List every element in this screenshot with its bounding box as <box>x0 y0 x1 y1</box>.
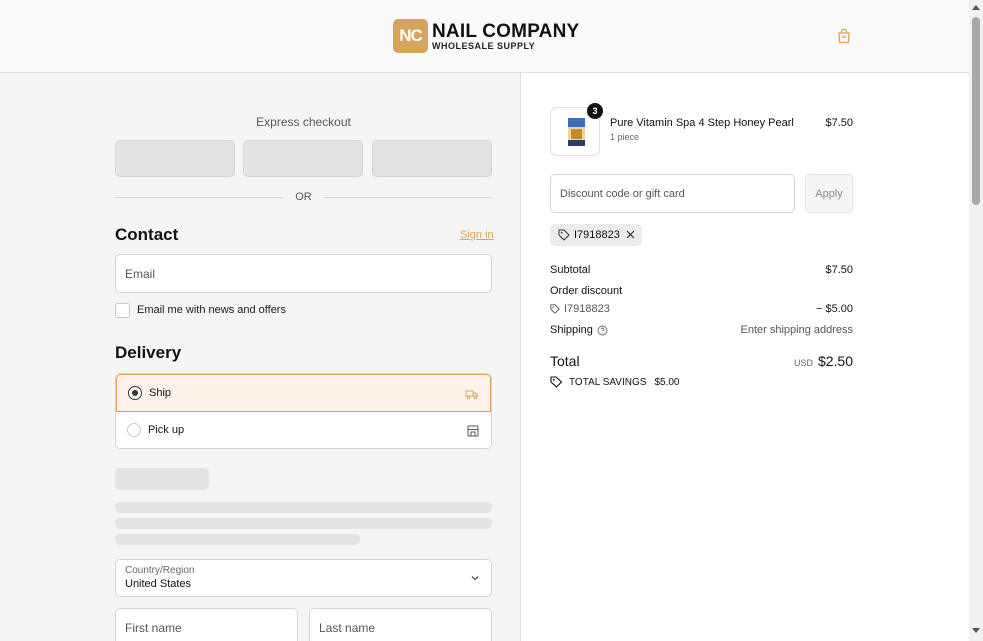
country-select[interactable]: Country/Region United States <box>115 559 492 597</box>
truck-icon <box>465 390 478 400</box>
total-value: $2.50 <box>817 353 853 369</box>
loading-placeholder-line <box>115 502 492 513</box>
pickup-radio[interactable] <box>127 423 141 437</box>
savings-label: TOTAL SAVINGS <box>569 376 647 388</box>
country-value: United States <box>125 578 192 590</box>
or-divider: OR <box>115 190 492 204</box>
first-name-field[interactable]: First name <box>115 608 298 641</box>
shipping-value: Enter shipping address <box>740 324 853 336</box>
loading-placeholder-line <box>115 518 492 529</box>
sign-in-link[interactable]: Sign in <box>460 229 494 241</box>
help-icon[interactable] <box>597 325 608 336</box>
savings-value: $5.00 <box>654 376 680 388</box>
or-label: OR <box>295 191 312 203</box>
contact-title: Contact <box>115 225 179 244</box>
product-price: $7.50 <box>825 117 853 129</box>
shipping-row: Shipping <box>550 324 608 336</box>
scroll-down-arrow-icon[interactable] <box>972 628 980 633</box>
ship-label: Ship <box>149 387 172 399</box>
delivery-option-pickup[interactable]: Pick up <box>116 412 491 448</box>
applied-discount-chip: I7918823 <box>550 224 642 246</box>
currency-code: USD <box>793 358 813 368</box>
loading-placeholder-heading <box>115 468 209 490</box>
shopping-bag-icon[interactable] <box>836 28 852 44</box>
scroll-up-arrow-icon[interactable] <box>972 5 980 10</box>
discount-code-row: I7918823 <box>550 303 610 315</box>
brand-name: NAIL COMPANY <box>432 20 580 42</box>
scrollbar-thumb[interactable] <box>972 17 980 205</box>
newsletter-checkbox[interactable] <box>115 303 130 318</box>
tag-icon <box>558 229 570 241</box>
store-icon <box>467 425 479 437</box>
delivery-title: Delivery <box>115 343 182 362</box>
first-name-placeholder: First name <box>125 621 182 635</box>
newsletter-label[interactable]: Email me with news and offers <box>137 304 286 316</box>
logo-mark: NC <box>393 19 428 53</box>
savings-tag-icon <box>550 376 563 388</box>
checkout-form: Express checkout OR Contact Sign in Emai… <box>0 73 521 641</box>
subtotal-label: Subtotal <box>550 264 591 276</box>
last-name-field[interactable]: Last name <box>309 608 492 641</box>
country-label: Country/Region <box>125 565 195 576</box>
discount-code: I7918823 <box>564 303 610 315</box>
quantity-badge: 3 <box>587 103 603 119</box>
express-pay-button-1[interactable] <box>115 140 235 177</box>
total-label: Total <box>550 353 580 369</box>
chevron-down-icon <box>471 576 479 581</box>
email-field[interactable]: Email <box>115 254 492 293</box>
brand-logo[interactable]: NC NAIL COMPANY WHOLESALE SUPPLY <box>393 19 579 53</box>
subtotal-value: $7.50 <box>825 264 853 276</box>
email-placeholder: Email <box>125 266 156 281</box>
shipping-label: Shipping <box>550 324 593 336</box>
discount-code-field[interactable]: Discount code or gift card <box>550 174 795 213</box>
express-pay-button-3[interactable] <box>372 140 492 177</box>
tag-icon <box>550 304 560 314</box>
pickup-label: Pick up <box>148 424 185 436</box>
delivery-option-ship[interactable]: Ship <box>116 374 491 412</box>
applied-code: I7918823 <box>574 229 620 241</box>
total-value-group: USD $2.50 <box>794 353 853 369</box>
ship-radio[interactable] <box>128 386 142 400</box>
discount-value: − $5.00 <box>815 303 853 315</box>
header: NC NAIL COMPANY WHOLESALE SUPPLY <box>0 0 969 73</box>
apply-button[interactable]: Apply <box>805 174 853 213</box>
loading-placeholder-line <box>115 534 360 545</box>
product-name: Pure Vitamin Spa 4 Step Honey Pearl <box>610 117 794 129</box>
brand-tagline: WHOLESALE SUPPLY <box>432 40 536 51</box>
total-savings: TOTAL SAVINGS $5.00 <box>550 376 679 388</box>
express-checkout-label: Express checkout <box>256 115 351 129</box>
page-scrollbar[interactable] <box>969 0 983 641</box>
last-name-placeholder: Last name <box>319 621 376 635</box>
discount-placeholder: Discount code or gift card <box>560 188 685 200</box>
delivery-method-group: Ship Pick up <box>115 373 492 449</box>
order-discount-label: Order discount <box>550 285 623 297</box>
order-summary: 3 Pure Vitamin Spa 4 Step Honey Pearl 1 … <box>522 73 969 641</box>
remove-discount-icon[interactable] <box>625 229 636 240</box>
product-variant: 1 piece <box>610 132 640 142</box>
express-pay-button-2[interactable] <box>243 140 363 177</box>
